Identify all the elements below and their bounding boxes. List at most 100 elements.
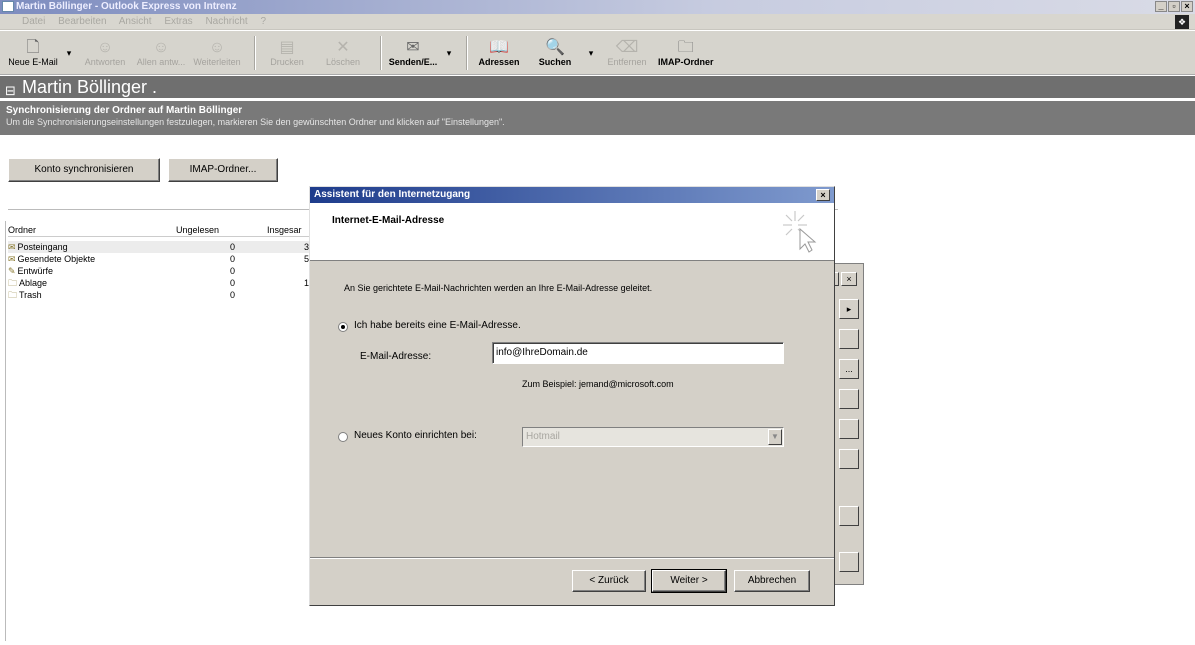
divider [5, 221, 6, 641]
maximize-button[interactable]: ▫ [1168, 1, 1180, 12]
close-window-button[interactable]: × [1181, 1, 1193, 12]
print-button[interactable]: ▤ Drucken [262, 31, 312, 75]
arrow-button[interactable]: ▸ [839, 299, 859, 319]
sent-folder-icon: ✉ [8, 254, 16, 264]
menu-bar: Datei Bearbeiten Ansicht Extras Nachrich… [0, 14, 1195, 30]
wizard-title: Assistent für den Internetzugang [314, 189, 471, 200]
search-dropdown[interactable]: ▾ [586, 31, 596, 75]
search-icon: 🔍 [545, 39, 565, 56]
forward-label: Weiterleiten [193, 57, 241, 67]
reply-all-button[interactable]: ☺ Allen antw... [136, 31, 186, 75]
toolbar-separator [380, 36, 382, 70]
folder-name: Trash [19, 290, 42, 300]
reply-button[interactable]: ☺ Antworten [80, 31, 130, 75]
column-header-unread[interactable]: Ungelesen [176, 223, 219, 237]
forward-button[interactable]: ☺ Weiterleiten [192, 31, 242, 75]
dialog-button[interactable] [839, 419, 859, 439]
send-receive-button[interactable]: ✉ Senden/E... [388, 31, 438, 75]
windows-logo-icon: ❖ [1175, 15, 1189, 29]
toolbar-separator [466, 36, 468, 70]
toolbar-separator [254, 36, 256, 70]
window-title-bar: Martin Böllinger - Outlook Express von I… [0, 0, 1195, 14]
column-header-total[interactable]: Insgesar [267, 223, 302, 237]
menu-item-message[interactable]: Nachricht [205, 16, 247, 27]
printer-icon: ▤ [279, 39, 295, 56]
provider-select[interactable]: Hotmail ▼ [522, 427, 784, 447]
send-receive-dropdown[interactable]: ▾ [444, 31, 454, 75]
folder-icon: 🗀 [8, 290, 18, 300]
ellipsis-button[interactable]: ... [839, 359, 859, 379]
folder-name: Ablage [19, 278, 48, 288]
addresses-label: Adressen [478, 57, 520, 67]
reply-all-label: Allen antw... [136, 57, 186, 67]
new-mail-button[interactable]: 🗋 Neue E-Mail [8, 31, 58, 75]
folder-row-drafts[interactable]: ✎ Entwürfe 0 [8, 265, 313, 277]
search-label: Suchen [538, 57, 572, 67]
new-mail-dropdown[interactable]: ▾ [64, 31, 74, 75]
dropdown-arrow-icon: ▾ [66, 47, 72, 58]
remove-button[interactable]: ⌫ Entfernen [602, 31, 652, 75]
delete-button[interactable]: ✕ Löschen [318, 31, 368, 75]
next-button[interactable]: Weiter > [651, 569, 727, 593]
menu-item-view[interactable]: Ansicht [119, 16, 152, 27]
account-icon: ⊟ [5, 83, 16, 98]
wizard-description: An Sie gerichtete E-Mail-Nachrichten wer… [344, 283, 653, 293]
folder-row-trash[interactable]: 🗀 Trash 0 [8, 289, 313, 301]
unread-count: 0 [230, 278, 236, 288]
email-address-input[interactable]: info@IhreDomain.de [492, 342, 784, 364]
cancel-button[interactable]: Abbrechen [734, 570, 810, 592]
wizard-close-button[interactable]: × [816, 189, 830, 201]
close-dialog-button[interactable]: × [841, 272, 857, 286]
folder-row-sent[interactable]: ✉Gesendete Objekte 0 55 [8, 253, 314, 265]
menu-item-help[interactable]: ? [260, 16, 266, 27]
folder-row-inbox[interactable]: ✉ Posteingang 0 3 [8, 241, 313, 253]
menu-item-edit[interactable]: Bearbeiten [58, 16, 106, 27]
back-button[interactable]: < Zurück [572, 570, 646, 592]
dialog-button[interactable] [839, 329, 859, 349]
dialog-button[interactable] [839, 506, 859, 526]
inbox-icon: ✉ [8, 242, 16, 252]
wizard-divider [310, 557, 834, 559]
search-button[interactable]: 🔍 Suchen [530, 31, 580, 75]
radio-existing-address[interactable] [338, 322, 348, 332]
unread-count: 0 [230, 266, 236, 276]
folder-row-archive[interactable]: 🗀Ablage 0 12 [8, 277, 314, 289]
addresses-button[interactable]: 📖 Adressen [474, 31, 524, 75]
menu-item-tools[interactable]: Extras [164, 16, 192, 27]
imap-folders-button[interactable]: 🗀 IMAP-Ordner [658, 31, 714, 75]
sync-account-button[interactable]: Konto synchronisieren [8, 158, 160, 182]
wizard-page-heading: Internet-E-Mail-Adresse [332, 215, 445, 226]
folder-name: Gesendete Objekte [17, 254, 96, 264]
internet-connection-wizard: Assistent für den Internetzugang × Inter… [309, 186, 835, 606]
dialog-button[interactable] [839, 449, 859, 469]
provider-value: Hotmail [526, 431, 560, 442]
minimize-button[interactable]: _ [1155, 1, 1167, 12]
reply-icon: ☺ [96, 39, 114, 56]
remove-label: Entfernen [607, 57, 647, 67]
dropdown-arrow-icon: ▾ [588, 47, 594, 58]
address-book-icon: 📖 [489, 39, 509, 56]
folder-bar: ⊟ Martin Böllinger . [0, 76, 1195, 98]
radio-existing-label[interactable]: Ich habe bereits eine E-Mail-Adresse. [354, 320, 521, 331]
send-receive-label: Senden/E... [388, 57, 438, 67]
chevron-down-icon[interactable]: ▼ [768, 429, 782, 445]
radio-new-account-label[interactable]: Neues Konto einrichten bei: [354, 430, 477, 441]
sync-description: Um die Synchronisierungseinstellungen fe… [6, 117, 505, 127]
dialog-button[interactable] [839, 552, 859, 572]
imap-folder-button[interactable]: IMAP-Ordner... [168, 158, 278, 182]
new-mail-icon: 🗋 [26, 39, 40, 56]
dialog-button[interactable] [839, 389, 859, 409]
radio-new-account[interactable] [338, 432, 348, 442]
column-header-folder[interactable]: Ordner [8, 223, 36, 237]
window-controls: _ ▫ × [1155, 1, 1193, 12]
outlook-app-icon [2, 1, 14, 12]
sparkle-cursor-icon [783, 211, 817, 253]
unread-count: 0 [230, 254, 236, 264]
dropdown-arrow-icon: ▾ [446, 47, 452, 58]
email-example-text: Zum Beispiel: jemand@microsoft.com [522, 379, 674, 389]
sync-header: Synchronisierung der Ordner auf Martin B… [0, 101, 1195, 135]
forward-icon: ☺ [208, 39, 226, 56]
menu-item-file[interactable]: Datei [22, 16, 45, 27]
email-address-label: E-Mail-Adresse: [360, 351, 432, 362]
imap-folder-icon: 🗀 [677, 39, 694, 56]
